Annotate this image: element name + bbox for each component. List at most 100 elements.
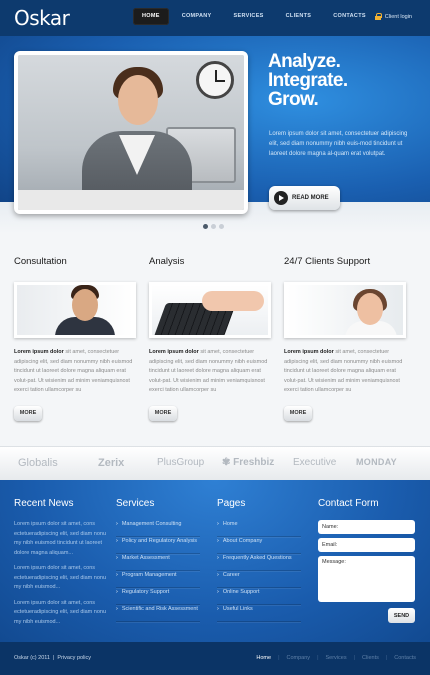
hero-title-line: Integrate. (268, 70, 348, 91)
services-link[interactable]: Program Management (116, 571, 200, 588)
message-field[interactable]: Message: (318, 556, 415, 602)
separator: | (278, 655, 280, 661)
pages-link[interactable]: Career (217, 571, 301, 588)
footer-nav-home[interactable]: Home (256, 655, 271, 661)
services-list: Management Consulting Policy and Regulat… (116, 520, 200, 622)
freshbiz-label: Freshbiz (233, 457, 275, 468)
main-nav: HOME COMPANY SERVICES CLIENTS CONTACTS (133, 8, 375, 25)
footer-nav-contacts[interactable]: Contacts (394, 655, 416, 661)
services-title: Services (116, 498, 155, 509)
more-button[interactable]: MORE (149, 405, 177, 421)
services-link[interactable]: Market Assessment (116, 554, 200, 571)
support-image (284, 282, 406, 338)
nav-clients[interactable]: CLIENTS (277, 8, 321, 25)
consultation-image (14, 282, 136, 338)
hero-photo (14, 51, 248, 214)
partner-logo-globalis[interactable]: Globalis (18, 457, 58, 469)
hand-image (202, 291, 264, 311)
partner-logo-plusgroup[interactable]: PlusGroup (157, 457, 204, 468)
feature-description: Lorem ipsum dolor sit amet, consectetuer… (149, 348, 269, 396)
pages-link[interactable]: About Company (217, 537, 301, 554)
slider-dot-2[interactable] (211, 224, 216, 229)
partner-logos: Globalis Zerix PlusGroup ✾ Freshbiz Exec… (0, 446, 430, 480)
feature-analysis: Analysis Lorem ipsum dolor sit amet, con… (149, 256, 277, 421)
feature-lead: Lorem ipsum dolor (149, 349, 199, 355)
slider-dot-1[interactable] (203, 224, 208, 229)
hero-title-line: Grow. (268, 89, 319, 110)
separator: | (353, 655, 356, 661)
recent-news-column: Recent News Lorem ipsum dolor sit amet, … (14, 498, 109, 633)
partner-logo-monday[interactable]: MONDAY (356, 457, 397, 467)
read-more-label: READ MORE (292, 195, 329, 201)
nav-contacts[interactable]: CONTACTS (324, 8, 375, 25)
flower-icon: ✾ (222, 457, 231, 468)
services-link[interactable]: Scientific and Risk Assessment (116, 605, 200, 622)
arrow-right-circle-icon (274, 191, 288, 205)
footer-nav-services[interactable]: Services (326, 655, 347, 661)
nav-services[interactable]: SERVICES (225, 8, 273, 25)
pages-link[interactable]: Useful Links (217, 605, 301, 622)
woman-face (357, 293, 383, 325)
send-button[interactable]: SEND (388, 608, 415, 623)
desk (18, 190, 244, 210)
feature-title: Consultation (14, 256, 67, 267)
feature-lead: Lorem ipsum dolor (14, 349, 64, 355)
nav-home[interactable]: HOME (133, 8, 169, 25)
feature-title: Analysis (149, 256, 185, 267)
slider-dot-3[interactable] (219, 224, 224, 229)
hero-description: Lorem ipsum dolor sit amet, consectetuer… (269, 131, 408, 157)
nav-company[interactable]: COMPANY (173, 8, 221, 25)
partner-logo-freshbiz[interactable]: ✾ Freshbiz (222, 457, 274, 468)
more-button[interactable]: MORE (14, 405, 42, 421)
news-item[interactable]: Lorem ipsum dolor sit amet, cons ectetue… (14, 520, 109, 558)
footer-nav-clients[interactable]: Clients (362, 655, 379, 661)
services-link[interactable]: Policy and Regulatory Analysis (116, 537, 200, 554)
recent-news-title: Recent News (14, 498, 74, 509)
news-item[interactable]: Lorem ipsum dolor sit amet, cons ectetue… (14, 564, 109, 593)
footer-nav-company[interactable]: Company (287, 655, 311, 661)
site-logo[interactable]: Oskar (14, 6, 70, 30)
client-login-link[interactable]: Client login (374, 13, 412, 20)
pages-list: Home About Company Frequently Asked Ques… (217, 520, 301, 622)
client-login-label: Client login (384, 13, 412, 20)
site-header: Oskar HOME COMPANY SERVICES CLIENTS CONT… (0, 0, 430, 36)
feature-body: sit amet, consectetuer adipiscing elit, … (14, 349, 133, 393)
pages-link[interactable]: Online Support (217, 588, 301, 605)
name-field[interactable]: Name: (318, 520, 415, 534)
services-link[interactable]: Management Consulting (116, 520, 200, 537)
email-field[interactable]: Email: (318, 538, 415, 552)
partner-logo-executive[interactable]: Executive (293, 457, 336, 468)
news-item[interactable]: Lorem ipsum dolor sit amet, cons ectetue… (14, 599, 109, 628)
feature-lead: Lorem ipsum dolor (284, 349, 334, 355)
hero-title-line: Analyze. (268, 51, 341, 72)
read-more-button[interactable]: READ MORE (269, 186, 340, 210)
services-column: Services Management Consulting Policy an… (116, 498, 200, 622)
privacy-policy-link[interactable]: Privacy policy (57, 655, 91, 661)
businesswoman-face (118, 75, 158, 125)
more-button[interactable]: MORE (284, 405, 312, 421)
wall-clock-image (196, 61, 234, 99)
pages-link[interactable]: Frequently Asked Questions (217, 554, 301, 571)
bottom-bar: Oskar (c) 2011 | Privacy policy Home | Com… (0, 642, 430, 675)
contact-form-title: Contact Form (318, 498, 379, 509)
pages-column: Pages Home About Company Frequently Aske… (217, 498, 301, 622)
copyright-text: Oskar (c) 2011 (14, 655, 50, 661)
slider-pagination (203, 224, 224, 229)
copyright: Oskar (c) 2011 | Privacy policy (14, 655, 91, 661)
contact-form: Contact Form Name: Email: Message: SEND (318, 498, 415, 623)
partner-logo-zerix[interactable]: Zerix (98, 457, 124, 469)
feature-description: Lorem ipsum dolor sit amet, consectetuer… (284, 348, 404, 396)
analysis-image (149, 282, 271, 338)
feature-body: sit amet, consectetuer adipiscing elit, … (284, 349, 403, 393)
separator: | (385, 655, 388, 661)
pages-title: Pages (217, 498, 246, 509)
footer-nav: Home | Company | Services | Clients | Co… (256, 655, 416, 661)
separator: | (52, 655, 55, 661)
pages-link[interactable]: Home (217, 520, 301, 537)
feature-description: Lorem ipsum dolor sit amet, consectetuer… (14, 348, 134, 396)
man-face (72, 289, 98, 321)
feature-title: 24/7 Clients Support (284, 256, 371, 267)
feature-consultation: Consultation Lorem ipsum dolor sit amet,… (14, 256, 142, 421)
services-link[interactable]: Regulatory Support (116, 588, 200, 605)
hero-title: Analyze. Integrate. Grow. (268, 52, 418, 109)
